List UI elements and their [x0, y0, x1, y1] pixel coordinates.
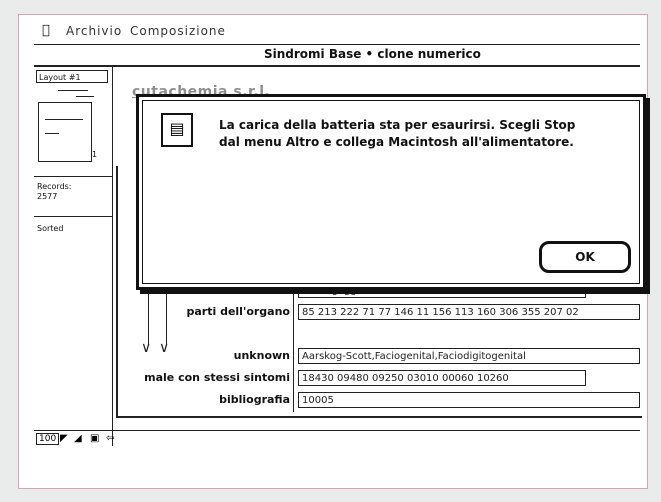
- book-page: [38, 102, 92, 162]
- dialog-message: La carica della batteria sta per esaurir…: [219, 117, 619, 151]
- divider: [34, 216, 112, 217]
- zoom-small-mountain-icon[interactable]: ◤: [60, 433, 68, 444]
- field-label: male con stessi sintomi: [144, 371, 290, 384]
- records-count: 2577: [37, 192, 58, 201]
- status-panel: Layout #1 1 Records: 2577 Sorted: [34, 66, 113, 446]
- battery-alert-dialog: ▤ La carica della batteria sta per esaur…: [136, 94, 646, 290]
- book-line: [45, 133, 59, 134]
- menu-bar:  Archivio Composizione: [30, 22, 640, 42]
- arrow-head-icon: ∨: [141, 340, 152, 356]
- field-bibliografia[interactable]: 10005: [298, 392, 640, 408]
- ok-button[interactable]: OK: [539, 241, 631, 273]
- menu-archivio[interactable]: Archivio: [66, 24, 122, 38]
- window-statusbar: 100 ◤ ◢ ▣ ⇦: [34, 430, 640, 449]
- zoom-large-mountain-icon[interactable]: ◢: [74, 433, 82, 444]
- field-male-stessi-sintomi[interactable]: 18430 09480 09250 03010 00060 10260: [298, 370, 586, 386]
- menu-composizione[interactable]: Composizione: [130, 24, 226, 38]
- dialog-message-line: La carica della batteria sta per esaurir…: [219, 118, 576, 132]
- book-page-number: 1: [92, 150, 98, 159]
- arrow-line: [166, 284, 167, 346]
- window-titlebar[interactable]: Sindromi Base • clone numerico: [34, 44, 640, 67]
- arrow-line: [148, 284, 149, 346]
- records-info: Records: 2577: [37, 182, 72, 202]
- records-label: Records:: [37, 182, 72, 191]
- sorted-label: Sorted: [37, 224, 64, 233]
- field-parti-organo[interactable]: 85 213 222 71 77 146 11 156 113 160 306 …: [298, 304, 640, 320]
- field-label: unknown: [233, 349, 290, 362]
- book-icon[interactable]: 1: [38, 88, 100, 162]
- field-label: bibliografia: [219, 393, 290, 406]
- label-divider: [293, 282, 294, 412]
- window-title: Sindromi Base • clone numerico: [264, 47, 481, 61]
- field-unknown[interactable]: Aarskog-Scott,Faciogenital,Faciodigitoge…: [298, 348, 640, 364]
- zoom-level[interactable]: 100: [36, 433, 60, 445]
- apple-menu-icon[interactable]: : [42, 23, 51, 38]
- book-line: [76, 96, 94, 97]
- divider: [34, 176, 112, 177]
- dialog-message-line: dal menu Altro e collega Macintosh all'a…: [219, 135, 574, 149]
- arrow-head-icon: ∨: [159, 340, 170, 356]
- book-line: [45, 119, 83, 120]
- field-label: parti dell'organo: [186, 305, 291, 318]
- status-area-icon[interactable]: ▣: [90, 433, 99, 444]
- book-line: [58, 90, 88, 91]
- layout-selector[interactable]: Layout #1: [36, 70, 108, 83]
- note-icon: ▤: [161, 113, 193, 147]
- scroll-left-icon[interactable]: ⇦: [106, 433, 114, 444]
